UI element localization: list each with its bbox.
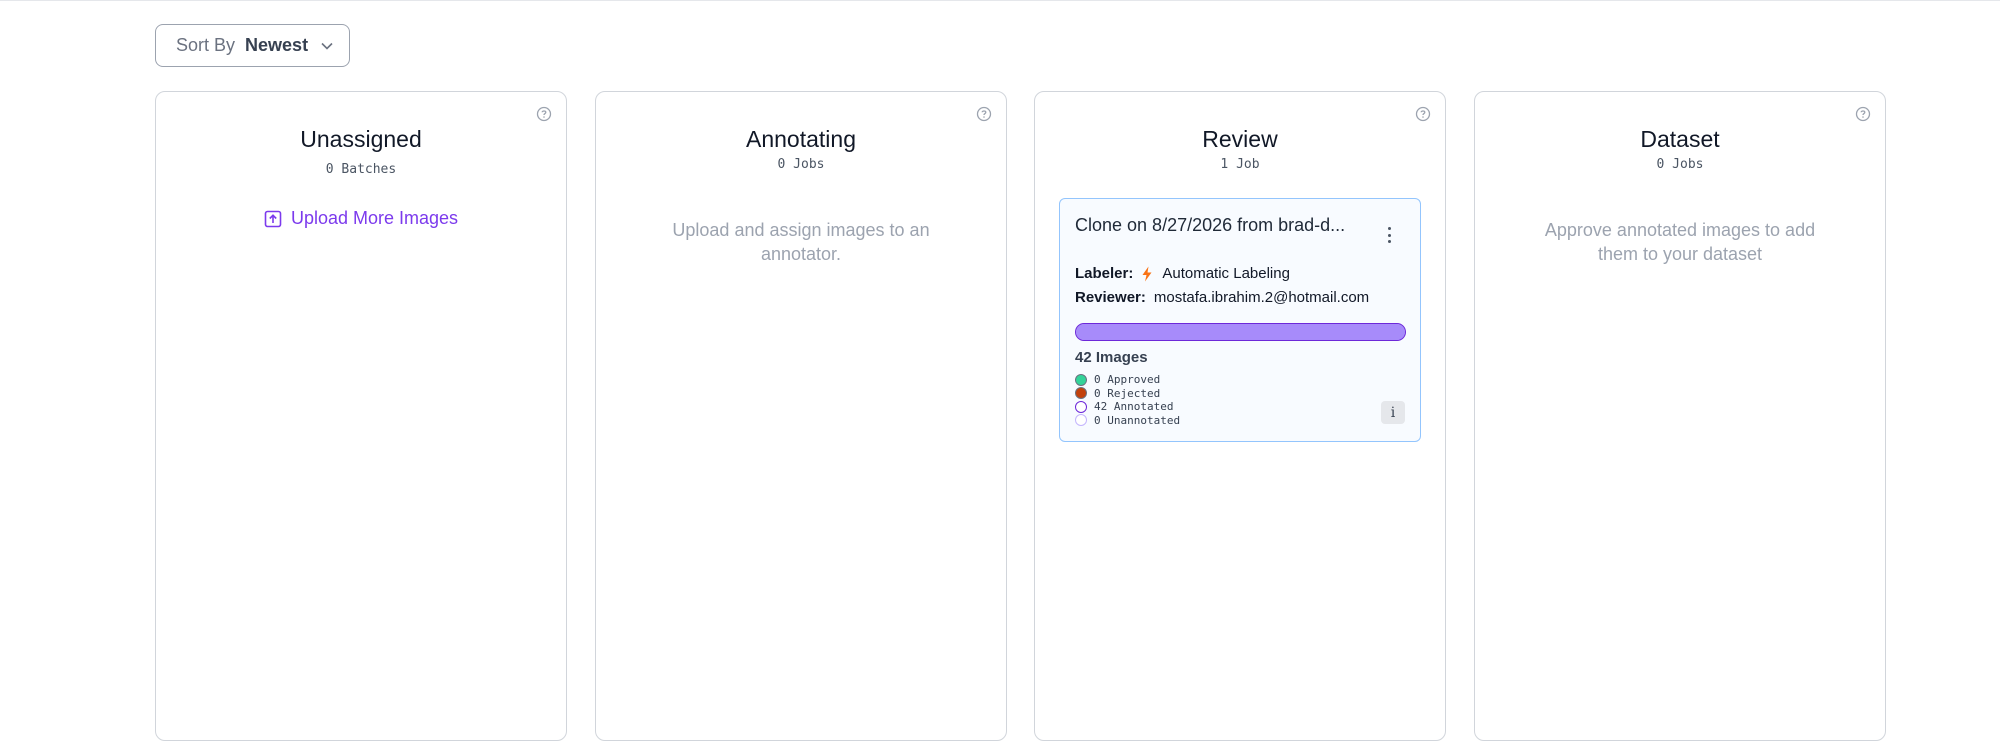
unannotated-dot [1075,414,1087,427]
legend-rejected: 0 Rejected [1075,387,1180,401]
column-unassigned: Unassigned 0 Batches Upload More Images [155,91,567,741]
upload-icon [264,210,282,228]
legend-annotated: 42 Annotated [1075,400,1180,414]
upload-more-images-link[interactable]: Upload More Images [156,208,566,229]
column-title: Review [1202,126,1278,152]
legend-approved: 0 Approved [1075,373,1180,387]
column-review: Review 1 Job Clone on 8/27/2026 from bra… [1034,91,1446,741]
labeler-row: Labeler: Automatic Labeling [1075,265,1290,282]
column-count: 0 Batches [325,162,397,177]
reviewer-label: Reviewer: [1075,289,1146,306]
info-button[interactable]: i [1381,401,1405,424]
column-title: Unassigned [300,126,422,152]
empty-state-message: Approve annotated images to add them to … [1544,220,1816,264]
progress-bar [1075,323,1406,341]
legend-text: 0 Approved [1094,373,1161,387]
reviewer-value: mostafa.ibrahim.2@hotmail.com [1153,289,1370,306]
sort-by-dropdown[interactable]: Sort By Newest [155,24,350,67]
column-title: Dataset [1640,126,1720,152]
top-divider [0,0,2000,1]
image-count: 42 Images [1075,349,1148,366]
vertical-dots-icon[interactable] [1386,227,1392,243]
column-count: 0 Jobs [777,157,825,172]
sort-by-value: Newest [245,35,309,55]
rejected-dot [1075,387,1087,400]
question-circle-icon[interactable] [1855,106,1871,122]
progress-fill [1076,324,1405,340]
status-legend: 0 Approved 0 Rejected 42 Annotated 0 Una… [1075,373,1180,427]
legend-text: 0 Rejected [1094,386,1161,400]
job-card[interactable]: Clone on 8/27/2026 from brad-d... Labele… [1059,198,1421,442]
question-circle-icon[interactable] [976,106,992,122]
column-annotating: Annotating 0 Jobs Upload and assign imag… [595,91,1007,741]
question-circle-icon[interactable] [1415,106,1431,122]
empty-state-message: Upload and assign images to an annotator… [672,220,930,264]
approved-dot [1075,373,1087,386]
labeler-label: Labeler: [1075,265,1134,282]
column-dataset: Dataset 0 Jobs Approve annotated images … [1474,91,1886,741]
lightning-bolt-icon [1141,266,1153,282]
column-count: 1 Job [1220,157,1260,172]
legend-text: 0 Unannotated [1094,413,1181,427]
column-title: Annotating [746,126,856,152]
legend-text: 42 Annotated [1094,400,1174,414]
reviewer-row: Reviewer: mostafa.ibrahim.2@hotmail.com [1075,289,1369,306]
upload-more-images-label: Upload More Images [290,208,459,228]
annotated-dot [1075,400,1087,413]
sort-by-label: Sort By [176,35,236,55]
labeler-value: Automatic Labeling [1162,265,1290,282]
column-count: 0 Jobs [1656,157,1704,172]
legend-unannotated: 0 Unannotated [1075,414,1180,428]
job-title: Clone on 8/27/2026 from brad-d... [1075,215,1346,235]
question-circle-icon[interactable] [536,106,552,122]
chevron-down-icon [320,39,334,53]
